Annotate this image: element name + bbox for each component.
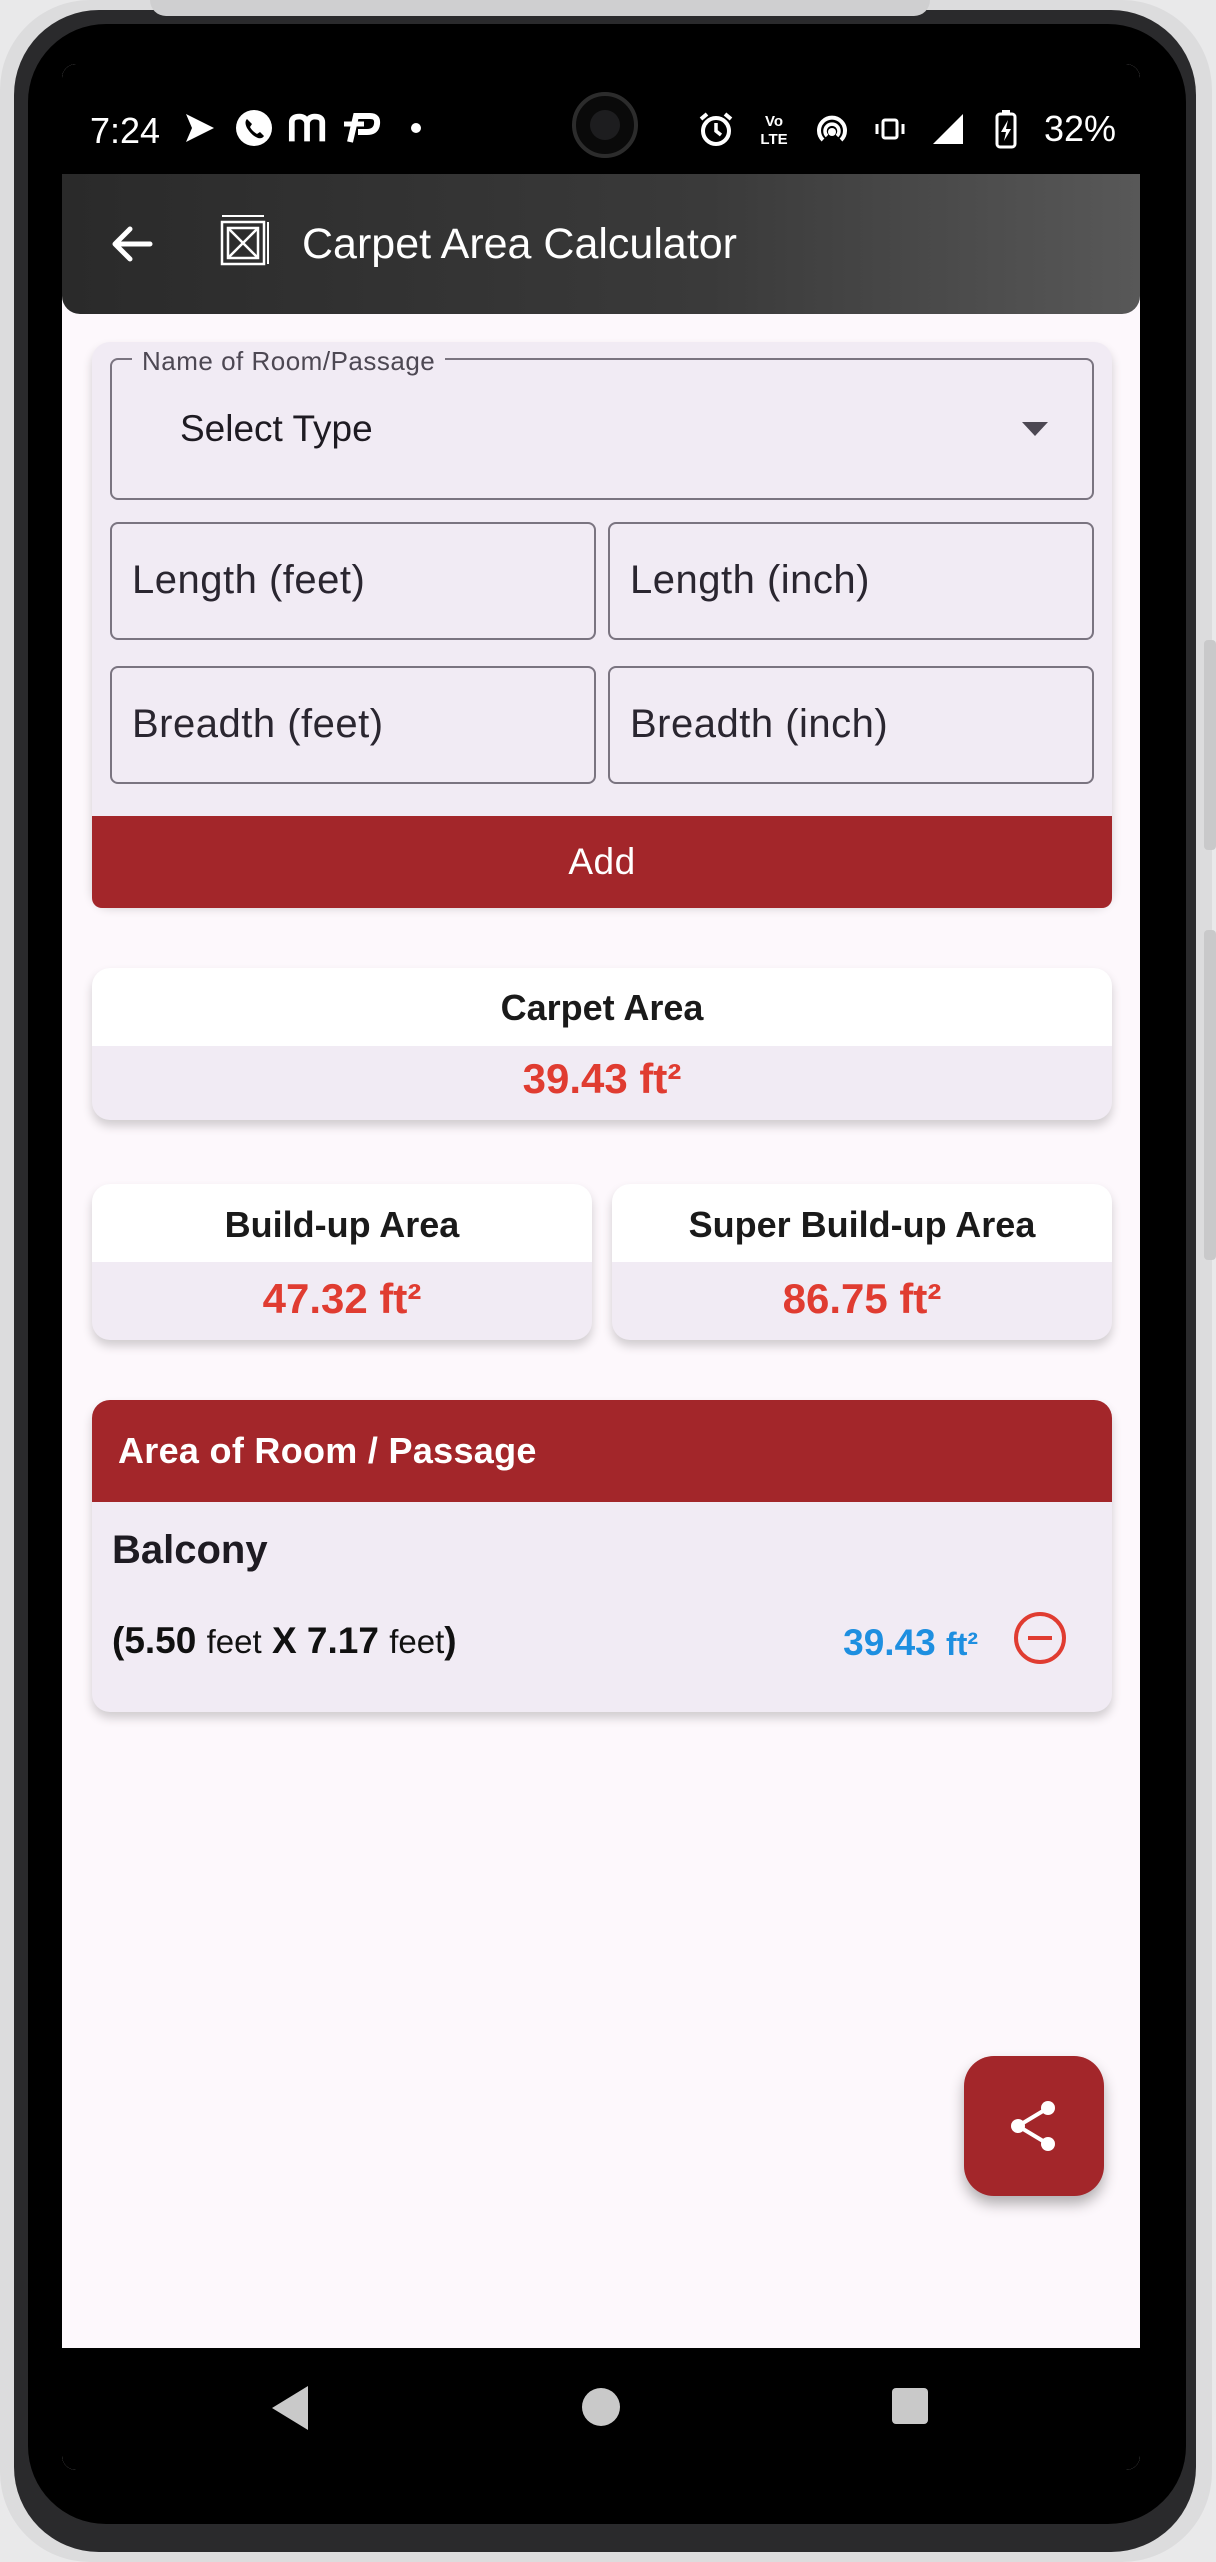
status-time: 7:24 bbox=[90, 110, 161, 151]
arrow-left-icon bbox=[112, 226, 153, 262]
page-title: Carpet Area Calculator bbox=[302, 220, 737, 268]
svg-text:LTE: LTE bbox=[760, 131, 787, 148]
breadth-feet-input[interactable]: Breadth (feet) bbox=[110, 666, 596, 784]
carpet-area-card: Carpet Area 39.43 ft² bbox=[92, 968, 1112, 1120]
breadth-inch-label: Breadth (inch) bbox=[630, 702, 889, 746]
hotspot-icon bbox=[812, 109, 852, 149]
nav-recents-icon[interactable] bbox=[892, 2388, 928, 2424]
share-button[interactable] bbox=[964, 2056, 1104, 2196]
room-name: Balcony bbox=[112, 1528, 268, 1572]
back-button[interactable] bbox=[102, 214, 162, 274]
super-buildup-area-label: Super Build-up Area bbox=[612, 1184, 1112, 1262]
battery-charging-icon bbox=[986, 109, 1026, 149]
dot-icon bbox=[396, 108, 436, 148]
room-area-unit: ft² bbox=[946, 1626, 978, 1662]
battery-percentage: 32% bbox=[1043, 108, 1116, 149]
room-type-dropdown[interactable]: Name of Room/Passage Select Type bbox=[110, 346, 1094, 500]
room-type-label: Name of Room/Passage bbox=[132, 346, 446, 377]
share-icon bbox=[1011, 2101, 1055, 2151]
room-frame-icon bbox=[220, 215, 269, 266]
app-logo bbox=[214, 214, 272, 272]
volume-button bbox=[1204, 640, 1216, 850]
system-navigation-bar bbox=[62, 2348, 1140, 2470]
room-type-value: Select Type bbox=[180, 408, 373, 449]
remove-circle-icon[interactable] bbox=[1014, 1612, 1066, 1664]
vibrate-icon bbox=[870, 109, 910, 149]
screen: 7:24 Vo LTE 32% Carpet Area Calculator N… bbox=[62, 64, 1140, 2470]
buildup-area-value: 47.32 ft² bbox=[262, 1275, 422, 1322]
phone-icon bbox=[234, 108, 274, 148]
volte-icon: Vo LTE bbox=[754, 109, 794, 149]
nav-home-icon[interactable] bbox=[582, 2388, 620, 2426]
payment-app-icon bbox=[342, 108, 382, 148]
media-play-icon bbox=[180, 108, 220, 148]
room-breadth-unit: feet bbox=[389, 1623, 445, 1660]
power-button bbox=[1204, 930, 1216, 1260]
room-list-card: Area of Room / Passage Balcony (5.50 fee… bbox=[92, 1400, 1112, 1712]
room-list-header: Area of Room / Passage bbox=[92, 1400, 1112, 1502]
status-bar: 7:24 Vo LTE 32% bbox=[62, 64, 1140, 174]
system-status-icons: Vo LTE 32% bbox=[696, 108, 1116, 150]
add-button[interactable]: Add bbox=[92, 816, 1112, 908]
times-sign: X bbox=[271, 1620, 297, 1661]
alarm-icon bbox=[696, 109, 736, 149]
room-length: 5.50 bbox=[124, 1620, 197, 1661]
carpet-area-value: 39.43 ft² bbox=[522, 1055, 682, 1102]
length-feet-input[interactable]: Length (feet) bbox=[110, 522, 596, 640]
app-bar: Carpet Area Calculator bbox=[62, 174, 1140, 314]
room-area: 39.43 ft² bbox=[843, 1622, 978, 1664]
length-feet-label: Length (feet) bbox=[132, 558, 366, 602]
length-inch-input[interactable]: Length (inch) bbox=[608, 522, 1094, 640]
breadth-feet-label: Breadth (feet) bbox=[132, 702, 384, 746]
super-buildup-area-card: Super Build-up Area 86.75 ft² bbox=[612, 1184, 1112, 1340]
signal-icon bbox=[928, 109, 968, 149]
length-inch-label: Length (inch) bbox=[630, 558, 870, 602]
room-breadth: 7.17 bbox=[306, 1620, 379, 1661]
m-app-icon bbox=[288, 108, 328, 148]
carpet-area-label: Carpet Area bbox=[92, 968, 1112, 1046]
dropdown-arrow-icon bbox=[1022, 422, 1048, 436]
buildup-area-card: Build-up Area 47.32 ft² bbox=[92, 1184, 592, 1340]
close-paren: ) bbox=[444, 1620, 457, 1661]
open-paren: ( bbox=[112, 1620, 125, 1661]
breadth-inch-input[interactable]: Breadth (inch) bbox=[608, 666, 1094, 784]
room-area-value: 39.43 bbox=[843, 1622, 936, 1663]
super-buildup-area-value: 86.75 ft² bbox=[782, 1275, 942, 1322]
front-camera bbox=[572, 92, 638, 158]
notification-icons bbox=[180, 108, 436, 148]
buildup-area-label: Build-up Area bbox=[92, 1184, 592, 1262]
room-length-unit: feet bbox=[206, 1623, 262, 1660]
phone-top-edge bbox=[150, 0, 930, 16]
room-dimensions: (5.50 feet X 7.17 feet) bbox=[112, 1620, 457, 1662]
svg-text:Vo: Vo bbox=[765, 113, 783, 130]
nav-back-icon[interactable] bbox=[272, 2386, 308, 2430]
